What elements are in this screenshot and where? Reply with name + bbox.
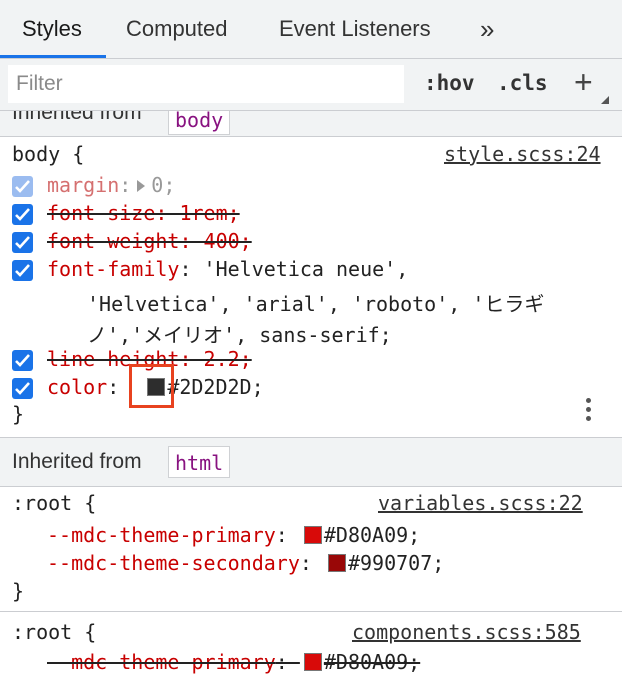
- color-swatch-990707[interactable]: [327, 554, 346, 572]
- prop-font-family-continued-2[interactable]: ノ','メイリオ', sans-serif;: [87, 319, 392, 348]
- inherited-from-body-header: Inherited from body: [0, 111, 622, 137]
- prop-font-size-overridden[interactable]: font-size: 1rem;: [47, 201, 240, 225]
- prop-mdc-theme-primary-overridden[interactable]: --mdc-theme-primary: #D80A09;: [47, 650, 420, 674]
- line-height-checkbox[interactable]: [12, 350, 33, 371]
- prop-font-family-continued[interactable]: 'Helvetica', 'arial', 'roboto', 'ヒラギ: [87, 288, 544, 317]
- prop-font-weight-overridden[interactable]: font-weight: 400;: [47, 229, 252, 253]
- class-toggle-button[interactable]: .cls: [497, 71, 548, 95]
- filter-input[interactable]: [8, 65, 404, 103]
- rule-selector-body[interactable]: body {: [12, 142, 84, 166]
- inherited-from-html-header: Inherited from html: [0, 437, 622, 487]
- margin-checkbox[interactable]: [12, 176, 33, 197]
- rule-selector-root[interactable]: :root {: [12, 620, 96, 644]
- tab-styles[interactable]: Styles: [22, 0, 82, 58]
- expand-triangle-icon[interactable]: [137, 179, 146, 192]
- prop-margin[interactable]: margin: 0;: [47, 173, 175, 197]
- prop-mdc-theme-primary[interactable]: --mdc-theme-primary: #D80A09;: [47, 523, 420, 547]
- panel-tabs: Styles Computed Event Listeners »: [0, 0, 622, 59]
- font-weight-checkbox[interactable]: [12, 232, 33, 253]
- inherited-tag-html[interactable]: html: [168, 446, 231, 478]
- more-tabs-chevron-icon[interactable]: »: [480, 0, 494, 58]
- font-size-checkbox[interactable]: [12, 204, 33, 225]
- inherited-label: Inherited from: [12, 111, 142, 124]
- more-options-icon[interactable]: [586, 398, 591, 425]
- rule-selector-root[interactable]: :root {: [12, 491, 96, 515]
- rule-source-link[interactable]: variables.scss:22: [378, 491, 583, 515]
- new-style-rule-icon[interactable]: +: [574, 63, 593, 101]
- font-family-checkbox[interactable]: [12, 260, 33, 281]
- rule-close-brace: }: [12, 402, 25, 426]
- color-swatch-d80a09[interactable]: [303, 526, 322, 544]
- color-swatch-d80a09[interactable]: [303, 653, 322, 671]
- prop-mdc-theme-secondary[interactable]: --mdc-theme-secondary: #990707;: [47, 551, 444, 575]
- rule-source-link[interactable]: style.scss:24: [444, 142, 601, 166]
- rule-source-link[interactable]: components.scss:585: [352, 620, 581, 644]
- inherited-label: Inherited from: [12, 450, 142, 473]
- color-checkbox[interactable]: [12, 378, 33, 399]
- rule-close-brace: }: [12, 579, 25, 603]
- hover-state-toggle-button[interactable]: :hov: [424, 71, 475, 95]
- tab-event-listeners[interactable]: Event Listeners: [279, 0, 431, 58]
- active-tab-indicator: [0, 55, 106, 58]
- rule-divider: [0, 611, 622, 612]
- new-rule-menu-icon[interactable]: [601, 96, 609, 104]
- prop-font-family[interactable]: font-family: 'Helvetica neue',: [47, 257, 408, 281]
- color-swatch-highlight: [129, 364, 174, 408]
- tab-computed[interactable]: Computed: [126, 0, 228, 58]
- filter-toolbar: :hov .cls +: [0, 59, 622, 111]
- inherited-tag-body[interactable]: body: [168, 111, 231, 135]
